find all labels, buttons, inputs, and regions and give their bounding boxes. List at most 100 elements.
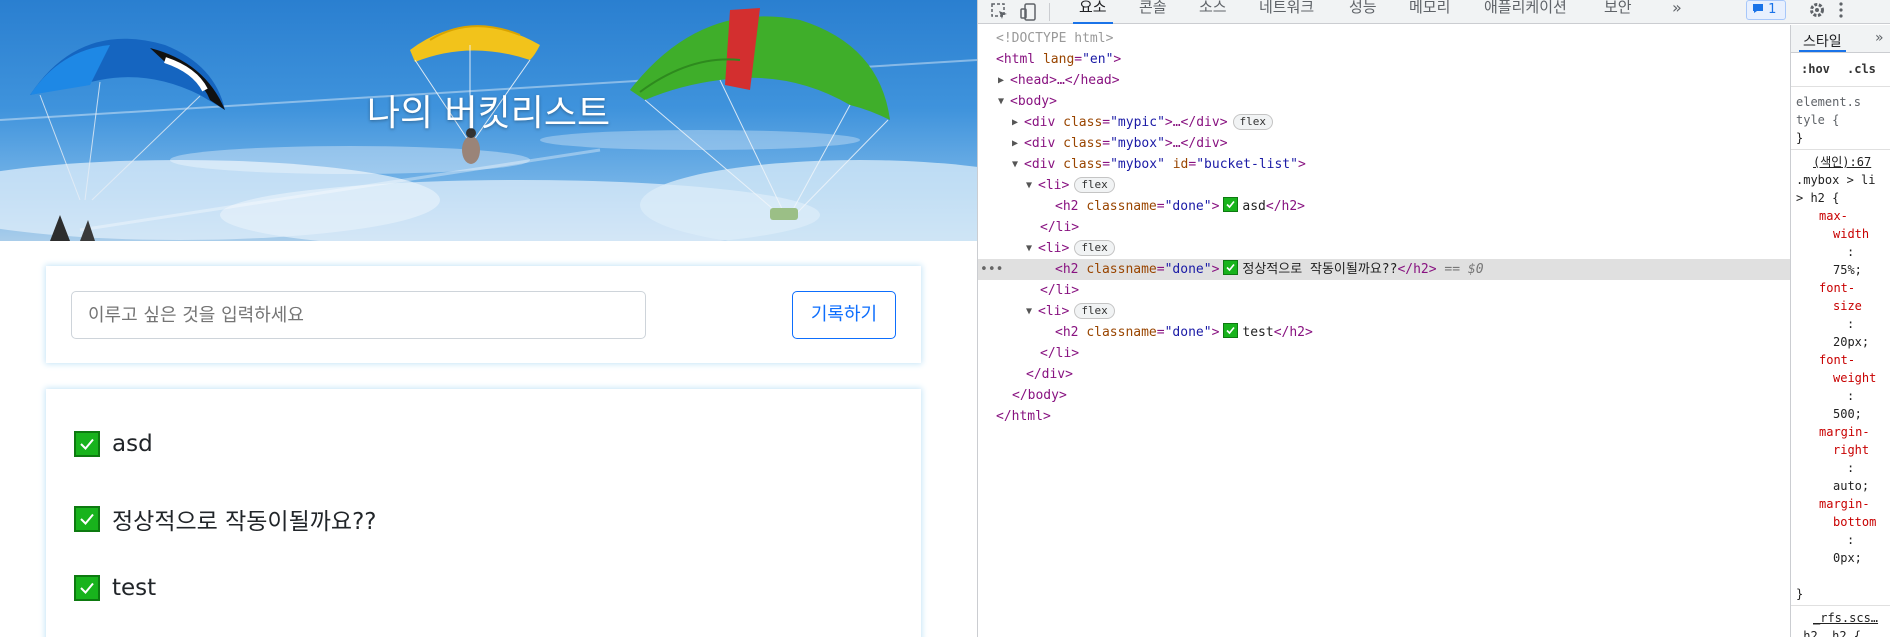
css-property[interactable]: margin- [1819,423,1870,441]
css-colon: : [1847,245,1855,259]
tab-performance[interactable]: 성능 [1349,0,1377,24]
css-value[interactable]: auto; [1833,477,1869,495]
tab-console[interactable]: 콘솔 [1139,0,1167,24]
collapse-triangle-icon[interactable]: ▼ [1012,154,1018,175]
css-property[interactable]: weight [1833,369,1876,387]
expand-triangle-icon[interactable]: ▶ [1012,112,1018,133]
collapse-triangle-icon[interactable]: ▼ [998,91,1004,112]
css-colon: : [1847,389,1855,403]
bucket-input[interactable] [71,291,646,339]
dom-node-div-bucket-list[interactable]: ▼ <div class="mybox" id="bucket-list"> [978,154,1790,175]
element-style-selector: tyle { [1796,113,1840,127]
dom-node-li[interactable]: ▼ <li> flex [978,238,1790,259]
device-toggle-icon[interactable] [1019,2,1039,22]
tab-sources[interactable]: 소스 [1199,0,1227,24]
css-property[interactable]: right [1833,441,1869,459]
devtools-toolbar: 요소 콘솔 소스 네트워크 성능 메모리 애플리케이션 보안 » 1 [978,0,1890,24]
dom-node-div-close[interactable]: </div> [978,364,1790,385]
dom-node-h2[interactable]: <h2 classname="done"> test</h2> [978,322,1790,343]
flex-badge[interactable]: flex [1074,240,1115,256]
checkmark-icon [74,431,100,457]
dom-node-li-close[interactable]: </li> [978,217,1790,238]
checkmark-icon [74,575,100,601]
screen: 나의 버킷리스트 기록하기 asd 정상적으로 작동이될까요?? [0,0,1890,637]
css-value[interactable]: 75%; [1833,261,1862,279]
checkmark-icon [1223,197,1239,212]
page-title: 나의 버킷리스트 [366,93,611,134]
more-actions-icon[interactable]: ••• [980,259,1003,280]
checkmark-icon [1223,260,1239,275]
css-property[interactable]: max- [1819,207,1848,225]
flex-badge[interactable]: flex [1232,114,1274,130]
list-item: test [74,575,156,601]
tab-application[interactable]: 애플리케이션 [1484,0,1567,24]
list-item: 정상적으로 작동이될까요?? [74,502,377,536]
dom-node-h2-selected[interactable]: ••• <h2 classname="done"> 정상적으로 작동이될까요??<… [978,259,1790,280]
dom-node-html-close[interactable]: </html> [978,406,1790,427]
list-item: asd [74,431,153,457]
source-link[interactable]: _rfs.scs… [1813,609,1878,627]
class-toggle[interactable]: .cls [1847,62,1876,76]
checkmark-icon [1223,323,1239,338]
issues-badge[interactable]: 1 [1746,0,1786,20]
inspect-element-icon[interactable] [990,2,1010,22]
css-colon: : [1847,533,1855,547]
dom-node-li[interactable]: ▼ <li> flex [978,301,1790,322]
tab-network[interactable]: 네트워크 [1259,0,1314,24]
tab-security[interactable]: 보안 [1604,0,1632,24]
styles-filter-bar: :hov .cls [1791,54,1890,87]
hover-state-toggle[interactable]: :hov [1801,62,1830,76]
css-value[interactable]: 20px; [1833,333,1869,351]
css-selector: > h2 { [1796,191,1840,205]
collapse-triangle-icon[interactable]: ▼ [1026,175,1032,196]
css-property[interactable]: font- [1819,351,1855,369]
collapse-triangle-icon[interactable]: ▼ [1026,238,1032,259]
dom-node-head[interactable]: ▶ <head>…</head> [978,70,1790,91]
css-selector: .h2, h2 { [1796,629,1862,637]
checkmark-icon [74,506,100,532]
dom-node-li-close[interactable]: </li> [978,343,1790,364]
more-tabs-button[interactable]: » [1672,0,1682,16]
close-brace: } [1796,131,1804,145]
flex-badge[interactable]: flex [1074,303,1115,319]
issues-count: 1 [1768,2,1777,17]
tab-memory[interactable]: 메모리 [1409,0,1450,24]
css-property[interactable]: margin- [1819,495,1870,513]
expand-triangle-icon[interactable]: ▶ [1012,133,1018,154]
dom-node-div-mybox[interactable]: ▶ <div class="mybox">…</div> [978,133,1790,154]
tab-elements[interactable]: 요소 [1073,0,1113,24]
dom-node-html[interactable]: <html lang="en"> [978,49,1790,70]
expand-triangle-icon[interactable]: ▶ [998,70,1004,91]
css-value[interactable]: 0px; [1833,549,1862,567]
css-property[interactable]: size [1833,297,1862,315]
css-property[interactable]: bottom [1833,513,1876,531]
css-property[interactable]: width [1833,225,1869,243]
input-card: 기록하기 [46,266,921,363]
flex-badge[interactable]: flex [1074,177,1115,193]
list-item-text: 정상적으로 작동이될까요?? [112,509,377,535]
css-value[interactable]: 500; [1833,405,1862,423]
settings-gear-icon[interactable] [1808,1,1826,23]
more-options-icon[interactable] [1838,1,1844,23]
bucket-list-card: asd 정상적으로 작동이될까요?? test [46,389,921,637]
styles-pane: 스타일 » :hov .cls element.s tyle { } (색인):… [1790,25,1890,637]
dom-node-body[interactable]: ▼ <body> [978,91,1790,112]
message-icon [1753,4,1763,13]
tab-styles[interactable]: 스타일 [1799,31,1846,52]
css-property[interactable]: font- [1819,279,1855,297]
elements-tree: <!DOCTYPE html> <html lang="en"> ▶ <head… [978,25,1790,637]
dom-node-li-close[interactable]: </li> [978,280,1790,301]
more-panes-button[interactable]: » [1875,30,1884,46]
save-button[interactable]: 기록하기 [792,291,896,339]
styles-header: 스타일 » [1791,25,1890,53]
source-link[interactable]: (색인):67 [1813,153,1871,171]
dom-node-body-close[interactable]: </body> [978,385,1790,406]
dom-node-doctype[interactable]: <!DOCTYPE html> [978,28,1790,49]
close-brace: } [1796,587,1804,601]
dom-node-li[interactable]: ▼ <li> flex [978,175,1790,196]
devtools-panel: 요소 콘솔 소스 네트워크 성능 메모리 애플리케이션 보안 » 1 <!DOC… [977,0,1890,637]
dom-node-div-mypic[interactable]: ▶ <div class="mypic">…</div> flex [978,112,1790,133]
collapse-triangle-icon[interactable]: ▼ [1026,301,1032,322]
dom-node-h2[interactable]: <h2 classname="done"> asd</h2> [978,196,1790,217]
toolbar-divider [1049,3,1050,21]
